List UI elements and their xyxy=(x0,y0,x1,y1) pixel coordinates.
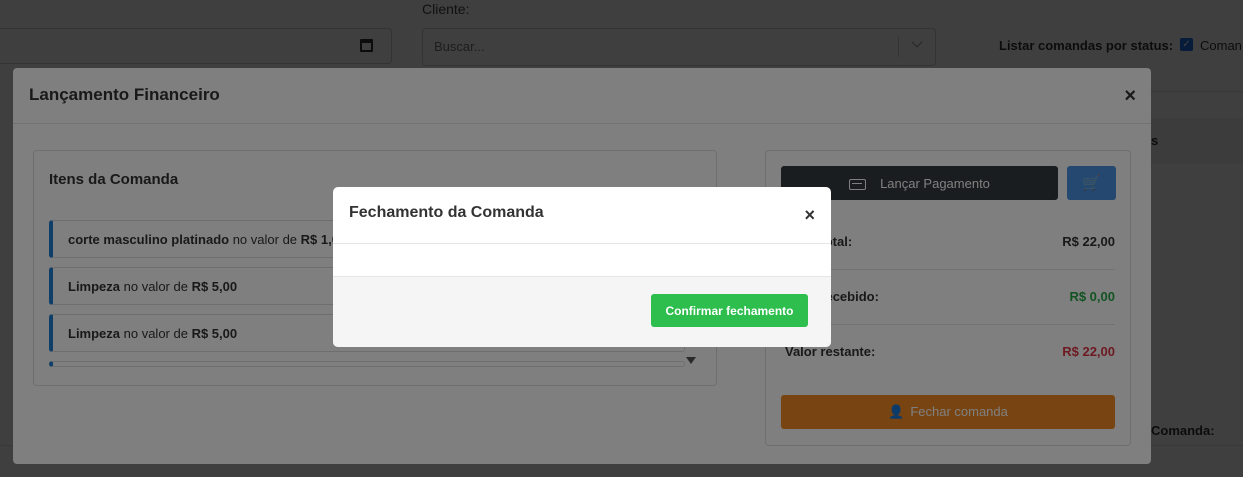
confirm-modal-body xyxy=(333,244,831,277)
confirm-modal-title: Fechamento da Comanda xyxy=(349,204,544,221)
close-icon[interactable]: × xyxy=(804,206,815,224)
confirm-modal: Fechamento da Comanda × Confirmar fecham… xyxy=(333,187,831,347)
confirmar-fechamento-button[interactable]: Confirmar fechamento xyxy=(651,294,808,327)
confirm-modal-footer: Confirmar fechamento xyxy=(333,277,831,347)
confirm-modal-header: Fechamento da Comanda × xyxy=(333,187,831,244)
